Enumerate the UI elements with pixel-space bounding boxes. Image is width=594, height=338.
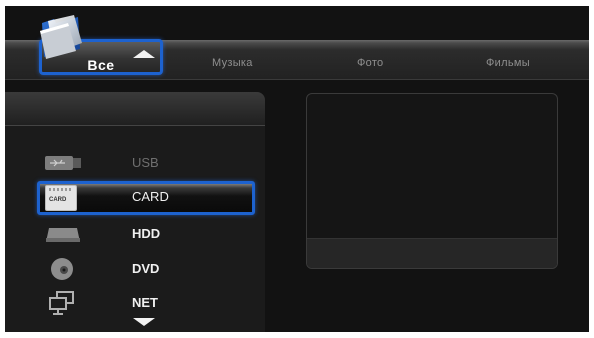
media-player-screen: Музыка Фото Фильмы Все USB CARD CARD HDD… <box>5 6 589 332</box>
tab-movies[interactable]: Фильмы <box>486 57 530 69</box>
scroll-up-arrow-icon[interactable] <box>133 50 155 58</box>
device-label-dvd: DVD <box>132 261 160 276</box>
device-panel-header <box>5 92 265 126</box>
network-icon <box>49 291 74 315</box>
device-item-dvd[interactable]: DVD <box>37 253 255 283</box>
device-item-hdd[interactable]: HDD <box>37 218 255 248</box>
dvd-icon <box>51 258 73 280</box>
hdd-icon <box>46 228 80 242</box>
scroll-down-arrow-icon[interactable] <box>133 318 155 326</box>
preview-info-bar <box>307 238 557 268</box>
tab-photo[interactable]: Фото <box>357 57 383 69</box>
device-label-hdd: HDD <box>132 226 161 241</box>
usb-icon <box>45 156 81 170</box>
device-item-net[interactable]: NET <box>37 287 255 317</box>
device-label-card: CARD <box>132 189 169 204</box>
preview-panel <box>306 93 558 269</box>
device-label-net: NET <box>132 295 158 310</box>
device-item-card[interactable]: CARD CARD <box>37 181 255 215</box>
card-icon-text: CARD <box>49 197 67 203</box>
card-icon: CARD <box>45 185 77 211</box>
device-label-usb: USB <box>132 155 159 170</box>
device-item-usb[interactable]: USB <box>37 147 255 177</box>
folder-icon <box>40 15 82 59</box>
tab-music[interactable]: Музыка <box>212 57 253 69</box>
tab-all-label: Все <box>87 57 115 73</box>
